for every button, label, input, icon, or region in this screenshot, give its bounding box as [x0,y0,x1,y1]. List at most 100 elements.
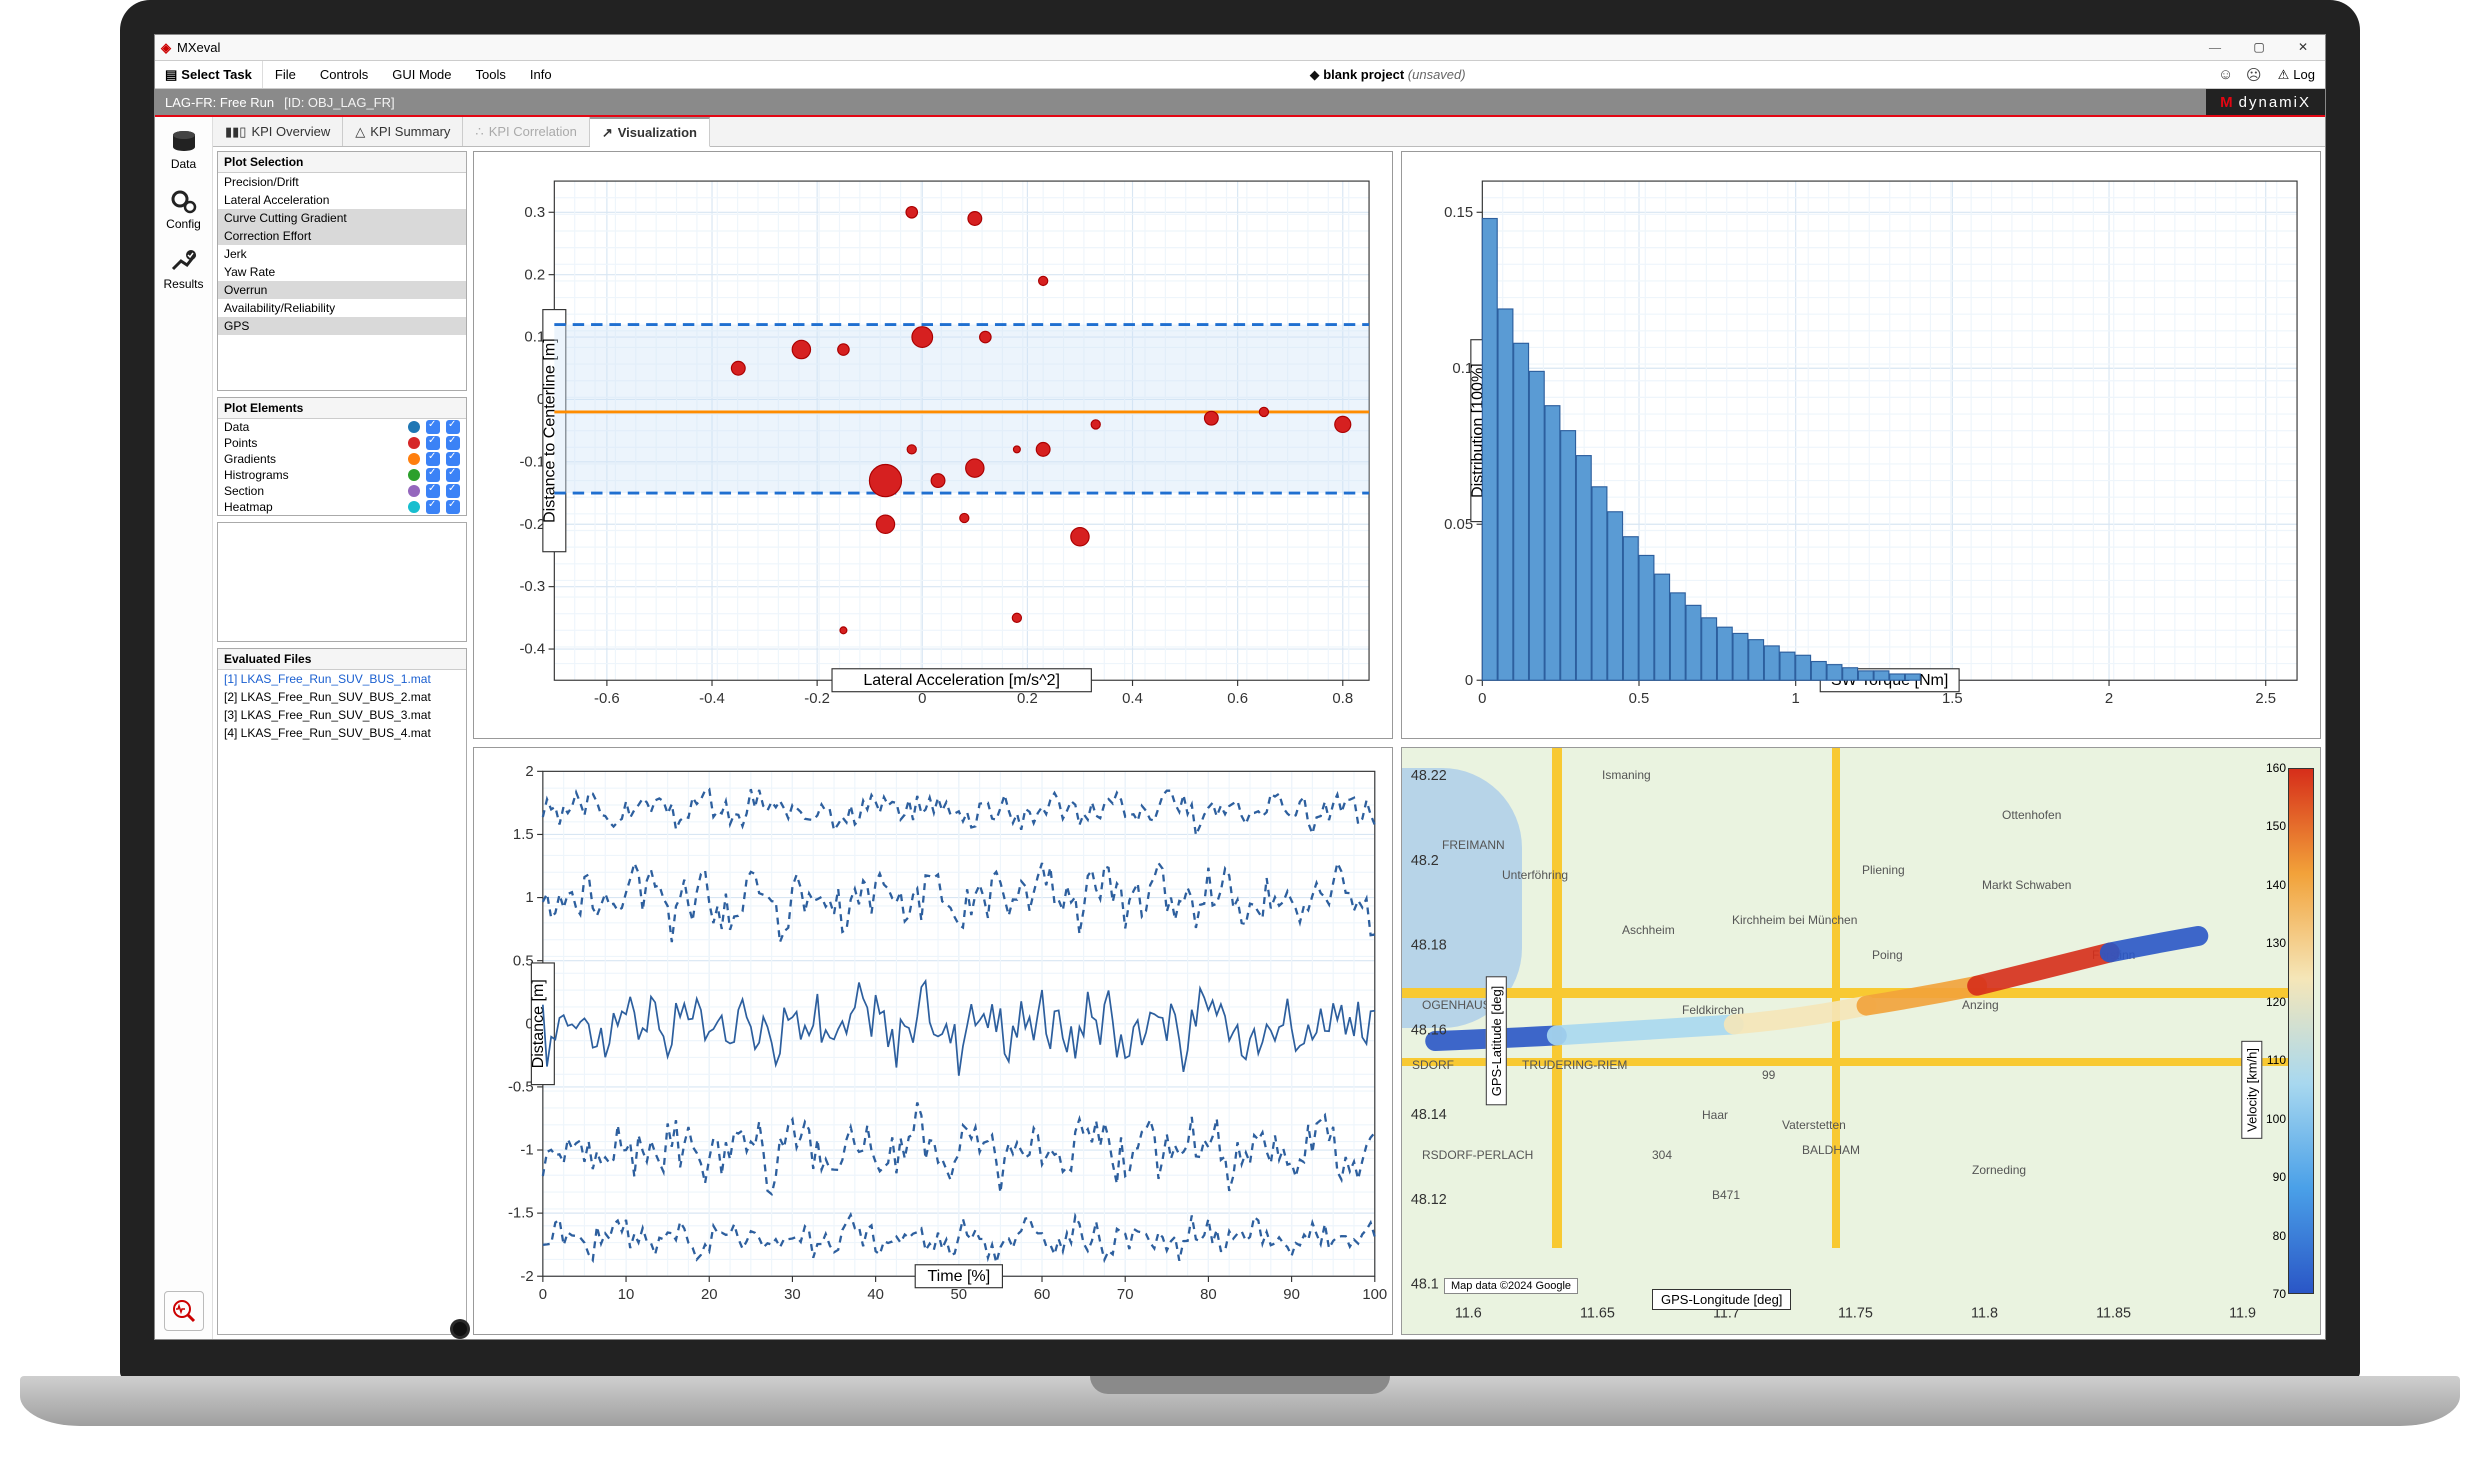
nav-config[interactable]: Config [155,183,212,241]
svg-text:10: 10 [618,1287,635,1303]
svg-text:0.2: 0.2 [524,267,545,283]
checkbox[interactable] [426,468,440,482]
nav-data[interactable]: Data [155,123,212,181]
plot-element-row: Gradients [218,451,466,467]
evaluated-file-item[interactable]: [3] LKAS_Free_Run_SUV_BUS_3.mat [218,706,466,724]
chart-map[interactable]: IsmaningUnterföhringAschheimKirchheim be… [1401,747,2321,1335]
evaluated-file-item[interactable]: [4] LKAS_Free_Run_SUV_BUS_4.mat [218,724,466,742]
window-titlebar: ◈ MXeval — ▢ ✕ [155,35,2325,61]
svg-text:-0.6: -0.6 [594,691,620,707]
results-icon [169,249,199,275]
plot-selection-item[interactable]: Availability/Reliability [218,299,466,317]
barchart-icon: ▮▮▯ [225,124,246,140]
colorbar-label: Velocity [km/h] [2242,1041,2263,1139]
plot-selection-item[interactable]: Jerk [218,245,466,263]
menu-controls[interactable]: Controls [308,61,380,88]
plot-element-row: Points [218,435,466,451]
svg-text:1: 1 [1792,691,1800,707]
chart-timeseries[interactable]: 0102030405060708090100-2-1.5-1-0.500.511… [473,747,1393,1335]
svg-text:0.05: 0.05 [1444,517,1473,533]
svg-text:Time [%]: Time [%] [927,1267,990,1285]
stack-icon: ▤ [165,67,177,83]
tab-kpi-overview[interactable]: ▮▮▯ KPI Overview [213,117,343,146]
feedback-sad-button[interactable]: ☹ [2240,61,2268,89]
checkbox[interactable] [426,436,440,450]
checkbox[interactable] [446,452,460,466]
svg-text:-1: -1 [520,1143,533,1159]
app-icon: ◈ [161,40,171,56]
evaluated-files-list: [1] LKAS_Free_Run_SUV_BUS_1.mat[2] LKAS_… [218,670,466,742]
svg-text:0: 0 [1478,691,1486,707]
menu-info[interactable]: Info [518,61,564,88]
log-button[interactable]: ⚠ Log [2268,67,2325,83]
svg-text:0: 0 [1465,673,1473,689]
disk-icon: ◆ [1310,67,1320,82]
svg-text:-0.2: -0.2 [804,691,830,707]
plot-selection-list: Precision/DriftLateral AccelerationCurve… [218,173,466,335]
map-ylabel: GPS-Latitude [deg] [1486,977,1507,1106]
chart-histogram[interactable]: 00.511.522.500.050.10.15SW Torque [Nm]Di… [1401,151,2321,739]
checkbox[interactable] [446,500,460,514]
svg-text:2.5: 2.5 [2255,691,2276,707]
plot-selection-item[interactable]: Lateral Acceleration [218,191,466,209]
laptop-notch [1090,1376,1390,1394]
plot-selection-item[interactable]: Correction Effort [218,227,466,245]
svg-text:20: 20 [701,1287,718,1303]
svg-text:0.2: 0.2 [1017,691,1038,707]
nav-results[interactable]: Results [155,243,212,301]
menu-tools[interactable]: Tools [464,61,518,88]
app-title: MXeval [177,40,220,55]
feedback-happy-button[interactable]: ☺ [2212,61,2240,89]
svg-text:80: 80 [1200,1287,1217,1303]
menu-gui-mode[interactable]: GUI Mode [380,61,463,88]
checkbox[interactable] [426,452,440,466]
maximize-button[interactable]: ▢ [2237,35,2281,61]
brand-logo: MdynamiX [2206,89,2325,115]
close-button[interactable]: ✕ [2281,35,2325,61]
checkbox[interactable] [426,484,440,498]
color-swatch [408,485,420,497]
svg-text:Lateral Acceleration [m/s^2]: Lateral Acceleration [m/s^2] [863,671,1060,689]
plot-element-row: Heatmap [218,499,466,515]
tab-kpi-summary[interactable]: △ KPI Summary [343,117,463,146]
tabbar: ▮▮▯ KPI Overview △ KPI Summary ∴ KPI Cor… [213,117,2325,147]
plot-selection-item[interactable]: Overrun [218,281,466,299]
gears-icon [169,189,199,215]
checkbox[interactable] [446,420,460,434]
plot-selection-item[interactable]: Yaw Rate [218,263,466,281]
color-swatch [408,421,420,433]
svg-text:0.4: 0.4 [1122,691,1143,707]
svg-text:0.6: 0.6 [1227,691,1248,707]
plot-selection-item[interactable]: Curve Cutting Gradient [218,209,466,227]
menu-file[interactable]: File [263,61,308,88]
checkbox[interactable] [426,420,440,434]
plot-element-row: Section [218,483,466,499]
plot-selection-item[interactable]: Precision/Drift [218,173,466,191]
evaluated-file-item[interactable]: [1] LKAS_Free_Run_SUV_BUS_1.mat [218,670,466,688]
svg-text:100: 100 [1362,1287,1387,1303]
laptop-camera [453,1322,467,1336]
checkbox[interactable] [446,484,460,498]
checkbox[interactable] [426,500,440,514]
tab-kpi-correlation[interactable]: ∴ KPI Correlation [463,117,589,146]
task-name: LAG-FR: Free Run [155,95,284,110]
svg-text:1: 1 [525,890,533,906]
svg-text:1.5: 1.5 [513,827,534,843]
checkbox[interactable] [446,436,460,450]
evaluated-file-item[interactable]: [2] LKAS_Free_Run_SUV_BUS_2.mat [218,688,466,706]
select-task-button[interactable]: ▤ Select Task [155,61,263,88]
colorbar [2288,768,2314,1294]
checkbox[interactable] [446,468,460,482]
svg-text:0.3: 0.3 [524,205,545,221]
plot-selection-header: Plot Selection [218,152,466,173]
left-nav: Data Config Results [155,117,213,1339]
color-swatch [408,469,420,481]
warning-icon: ⚠ [2278,67,2290,83]
zoom-analysis-button[interactable] [164,1291,204,1331]
chart-scatter[interactable]: -0.6-0.4-0.200.20.40.60.8-0.4-0.3-0.2-0.… [473,151,1393,739]
svg-text:40: 40 [867,1287,884,1303]
minimize-button[interactable]: — [2193,35,2237,61]
project-status: ◆ blank project (unsaved) [564,67,2212,83]
tab-visualization[interactable]: ↗ Visualization [590,117,710,147]
plot-selection-item[interactable]: GPS [218,317,466,335]
